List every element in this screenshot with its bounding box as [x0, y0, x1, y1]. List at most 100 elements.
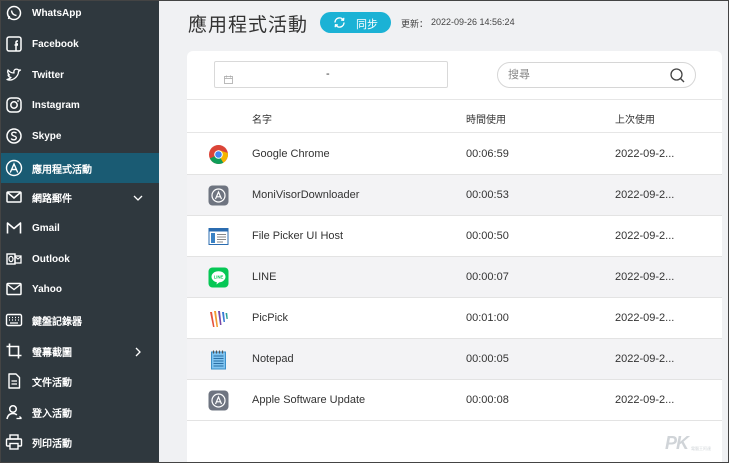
sidebar-item-outlook[interactable]: Outlook — [0, 244, 159, 274]
keyboard-icon — [5, 311, 23, 329]
sidebar-item-keylogger[interactable]: 鍵盤記錄器 — [0, 305, 159, 335]
app-name: Notepad — [252, 353, 294, 365]
sidebar-item-print-activity[interactable]: 列印活動 — [0, 427, 159, 457]
document-icon — [5, 372, 23, 390]
sidebar-item-label: Twitter — [32, 69, 65, 81]
app-activity-panel: - 名字 時間使用 上次使用 Google Chrome 00:06:59 20… — [187, 51, 722, 463]
usage-duration: 00:00:07 — [466, 271, 509, 283]
whatsapp-icon — [5, 4, 23, 22]
table-row[interactable]: PicPick 00:01:00 2022-09-2... — [187, 298, 722, 339]
app-name: MoniVisorDownloader — [252, 189, 360, 201]
updated-timestamp: 2022-09-26 14:56:24 — [431, 17, 515, 27]
last-used: 2022-09-2... — [615, 394, 675, 406]
sidebar-item-label: Skype — [32, 130, 62, 142]
sidebar-item-label: WhatsApp — [32, 7, 82, 19]
table-row[interactable]: Apple Software Update 00:00:08 2022-09-2… — [187, 380, 722, 421]
sidebar-item-facebook[interactable]: Facebook — [0, 29, 159, 59]
sidebar-item-gmail[interactable]: Gmail — [0, 213, 159, 243]
crop-icon — [5, 342, 23, 360]
sidebar-item-screenshots[interactable]: 螢幕截圖 — [0, 336, 159, 366]
sidebar: WhatsApp Facebook Twitter Instagram Skyp… — [0, 0, 159, 463]
mail-icon — [5, 188, 23, 206]
printer-icon — [5, 433, 23, 451]
usage-duration: 00:00:08 — [466, 394, 509, 406]
updated-label: 更新： — [401, 19, 429, 29]
column-header-duration[interactable]: 時間使用 — [466, 111, 506, 126]
table-row[interactable]: LINE LINE 00:00:07 2022-09-2... — [187, 257, 722, 298]
date-range-separator: - — [326, 68, 330, 80]
sidebar-item-label: 網路郵件 — [32, 193, 72, 205]
calendar-icon — [224, 71, 233, 84]
picpick-icon — [208, 308, 229, 329]
table-row[interactable]: Notepad 00:00:05 2022-09-2... — [187, 339, 722, 380]
sidebar-item-label: Outlook — [32, 253, 70, 265]
app-name: File Picker UI Host — [252, 230, 344, 242]
svg-text:LINE: LINE — [214, 274, 224, 279]
last-used: 2022-09-2... — [615, 230, 675, 242]
usage-duration: 00:01:00 — [466, 312, 509, 324]
app-store-icon — [5, 159, 23, 177]
last-used: 2022-09-2... — [615, 271, 675, 283]
usage-duration: 00:00:50 — [466, 230, 509, 242]
column-header-name[interactable]: 名字 — [252, 111, 272, 126]
sidebar-item-label: 鍵盤記錄器 — [32, 316, 82, 328]
last-used: 2022-09-2... — [615, 312, 675, 324]
chrome-icon — [208, 144, 229, 165]
app-name: LINE — [252, 271, 277, 283]
table-header: 名字 時間使用 上次使用 — [187, 99, 722, 133]
instagram-icon — [5, 96, 23, 114]
last-used: 2022-09-2... — [615, 148, 675, 160]
watermark-logo: PK — [665, 433, 689, 453]
skype-icon — [5, 127, 23, 145]
chevron-down-icon[interactable] — [132, 191, 144, 203]
table-row[interactable]: MoniVisorDownloader 00:00:53 2022-09-2..… — [187, 175, 722, 216]
user-login-icon — [5, 403, 23, 421]
app-name: Google Chrome — [252, 148, 330, 160]
sidebar-item-yahoo[interactable]: Yahoo — [0, 274, 159, 304]
last-used: 2022-09-2... — [615, 353, 675, 365]
sync-button[interactable]: 同步 — [320, 12, 391, 33]
search-icon[interactable] — [669, 67, 686, 84]
sidebar-item-label: 應用程式活動 — [32, 164, 92, 176]
line-icon: LINE — [208, 267, 229, 288]
sync-label: 同步 — [356, 19, 378, 31]
sidebar-item-label: Gmail — [32, 222, 60, 234]
sidebar-item-label: 文件活動 — [32, 377, 72, 389]
refresh-icon — [333, 16, 346, 29]
last-used: 2022-09-2... — [615, 189, 675, 201]
sidebar-item-label: 列印活動 — [32, 438, 72, 450]
usage-duration: 00:00:05 — [466, 353, 509, 365]
sidebar-item-twitter[interactable]: Twitter — [0, 60, 159, 90]
sidebar-item-label: 螢幕截圖 — [32, 347, 72, 359]
sidebar-item-skype[interactable]: Skype — [0, 121, 159, 151]
sidebar-item-whatsapp[interactable]: WhatsApp — [0, 0, 159, 28]
watermark-subtext: 電腦王阿達 — [691, 446, 711, 451]
page-title: 應用程式活動 — [188, 15, 309, 36]
sidebar-item-app-activity[interactable]: 應用程式活動 — [0, 153, 159, 183]
sidebar-item-label: Yahoo — [32, 283, 63, 295]
app-name: Apple Software Update — [252, 394, 366, 406]
sidebar-item-label: Instagram — [32, 99, 80, 111]
date-range-picker[interactable]: - — [214, 61, 448, 88]
sidebar-item-file-activity[interactable]: 文件活動 — [0, 366, 159, 396]
generic-app-icon — [208, 185, 229, 206]
app-name: PicPick — [252, 312, 289, 324]
twitter-icon — [5, 66, 23, 84]
table-row[interactable]: File Picker UI Host 00:00:50 2022-09-2..… — [187, 216, 722, 257]
sidebar-item-instagram[interactable]: Instagram — [0, 90, 159, 120]
facebook-icon — [5, 35, 23, 53]
notepad-icon — [208, 349, 229, 370]
generic-app-icon — [208, 390, 229, 411]
sidebar-item-login-activity[interactable]: 登入活動 — [0, 397, 159, 427]
column-header-last-used[interactable]: 上次使用 — [615, 111, 655, 126]
chevron-right-icon[interactable] — [132, 345, 144, 357]
search-input[interactable] — [508, 67, 658, 83]
sidebar-item-label: Facebook — [32, 38, 79, 50]
sidebar-item-webmail[interactable]: 網路郵件 — [0, 182, 159, 212]
usage-duration: 00:06:59 — [466, 148, 509, 160]
search-box — [497, 62, 696, 88]
yahoo-mail-icon — [5, 280, 23, 298]
file-picker-icon — [208, 226, 229, 247]
table-row[interactable]: Google Chrome 00:06:59 2022-09-2... — [187, 134, 722, 175]
outlook-icon — [5, 250, 23, 268]
